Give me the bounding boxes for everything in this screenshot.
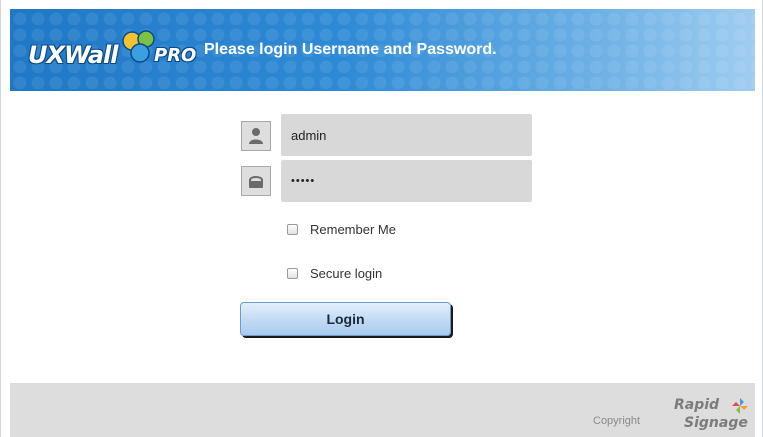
brand-line2: Signage [684, 415, 748, 431]
footer: Copyright Rapid Signage [10, 383, 755, 437]
password-value: ••••• [291, 175, 316, 187]
remember-me-checkbox[interactable] [287, 224, 298, 235]
login-button[interactable]: Login [240, 302, 451, 336]
secure-login-label: Secure login [310, 266, 383, 281]
header-banner: UXWall PRO Please login Username and Pas… [10, 9, 755, 91]
uxwall-logo: UXWall PRO [28, 30, 198, 71]
logo-pro-text: PRO [154, 45, 197, 66]
secure-login-checkbox[interactable] [287, 268, 298, 279]
login-button-label: Login [326, 311, 365, 327]
copyright-text: Copyright [593, 415, 641, 427]
lock-icon [241, 166, 271, 196]
user-icon [241, 121, 271, 151]
username-value: admin [291, 127, 327, 143]
remember-me-row[interactable]: Remember Me [287, 222, 396, 237]
rapid-signage-logo: Rapid Signage [674, 395, 754, 435]
secure-login-row[interactable]: Secure login [287, 266, 382, 281]
logo-text: UXWall [28, 41, 118, 69]
remember-me-label: Remember Me [310, 222, 396, 237]
login-window: UXWall PRO Please login Username and Pas… [0, 0, 763, 437]
password-field[interactable]: ••••• [281, 160, 532, 202]
pinwheel-icon [732, 398, 748, 414]
brand-line1: Rapid [674, 397, 720, 413]
page-title: Please login Username and Password. [204, 41, 497, 58]
username-field[interactable]: admin [281, 114, 532, 156]
